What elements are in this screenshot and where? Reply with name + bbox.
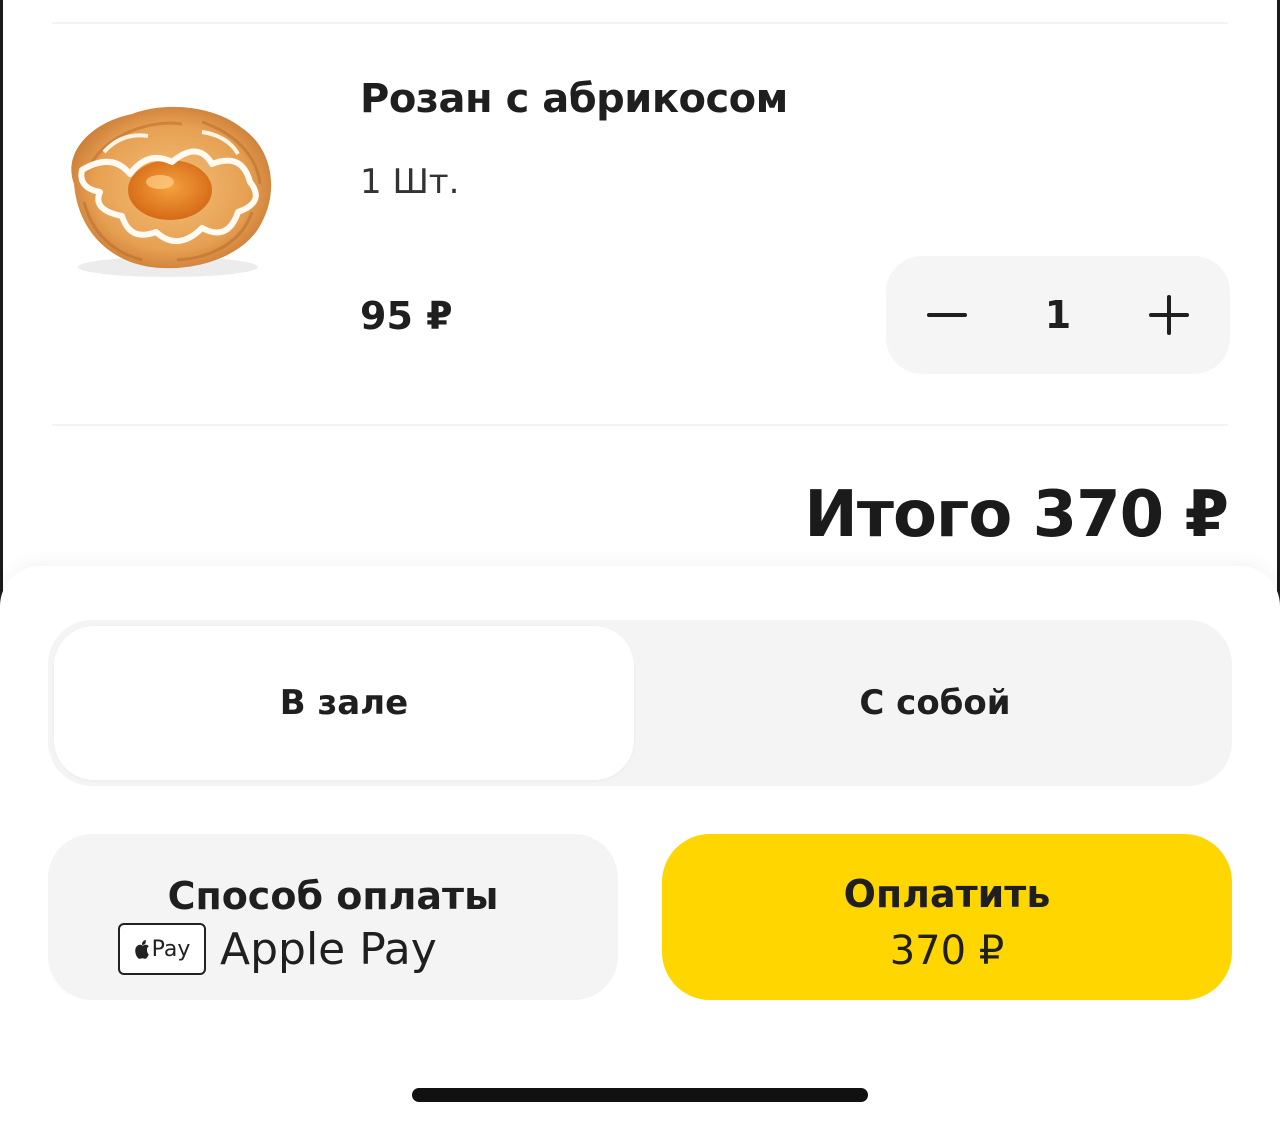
apple-logo-icon [134, 940, 149, 959]
home-indicator[interactable] [412, 1088, 868, 1102]
decrease-quantity-button[interactable] [892, 256, 1002, 374]
order-type-dine-in[interactable]: В зале [54, 626, 634, 780]
pay-button[interactable]: Оплатить 370 ₽ [662, 834, 1232, 1000]
screen: Розан с абрикосом 1 Шт. 95 ₽ 1 Итого 370… [0, 0, 1280, 1128]
plus-icon [1149, 295, 1189, 335]
minus-icon [927, 313, 967, 317]
product-name: Розан с абрикосом [360, 76, 788, 122]
apple-pay-icon: Pay [118, 923, 206, 975]
increase-quantity-button[interactable] [1114, 256, 1224, 374]
product-unit: 1 Шт. [360, 162, 460, 202]
order-type-takeaway[interactable]: С собой [644, 626, 1226, 780]
quantity-value: 1 [1044, 293, 1072, 337]
payment-method-value: Pay Apple Pay [118, 914, 437, 984]
product-price: 95 ₽ [360, 294, 453, 338]
order-type-segmented-control: В зале С собой [48, 620, 1232, 786]
pay-button-amount: 370 ₽ [889, 928, 1005, 974]
apple-pay-badge-label: Pay [151, 936, 191, 962]
top-divider [52, 22, 1228, 24]
quantity-stepper: 1 [886, 256, 1230, 374]
apricot-pastry-image [52, 92, 284, 282]
order-total: Итого 370 ₽ [804, 478, 1229, 552]
payment-method-name: Apple Pay [220, 923, 437, 975]
payment-method-title: Способ оплаты [167, 874, 499, 918]
item-divider [52, 424, 1228, 426]
pay-button-label: Оплатить [843, 872, 1051, 916]
